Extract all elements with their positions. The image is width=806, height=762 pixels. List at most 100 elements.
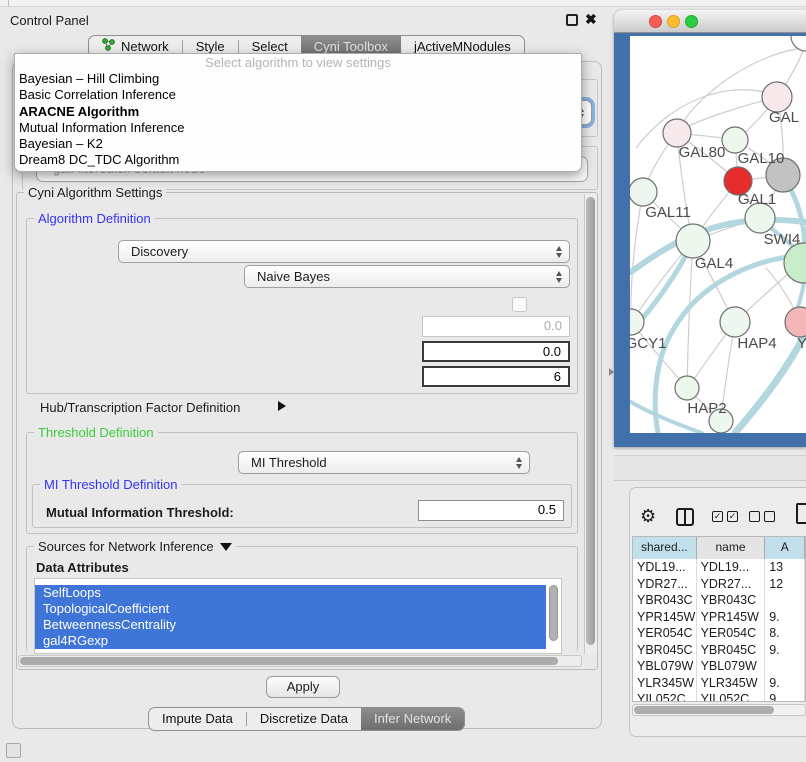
table-cell: YBR045C <box>697 642 766 659</box>
algorithm-option[interactable]: Bayesian – K2 <box>15 136 581 152</box>
table-row[interactable]: YBL079WYBL079W <box>633 658 805 675</box>
kernel-width-field[interactable]: 0.0 <box>422 316 570 337</box>
node-label-gal80: GAL80 <box>679 144 726 161</box>
settings-horizontal-scrollbar-thumb[interactable] <box>20 657 558 665</box>
columns-icon[interactable] <box>676 508 694 526</box>
settings-vertical-scrollbar-thumb[interactable] <box>586 197 595 645</box>
data-attribute-item[interactable]: TopologicalCoefficient <box>35 601 546 617</box>
network-window-titlebar[interactable] <box>614 10 806 33</box>
top-divider-tick <box>8 0 9 7</box>
node-label-gal11: GAL11 <box>645 204 691 221</box>
popup-placeholder: Select algorithm to view settings <box>15 54 581 71</box>
window-close-icon[interactable] <box>649 15 662 28</box>
table-cell: YLR345W <box>633 675 697 692</box>
tab-infer-network[interactable]: Infer Network <box>361 708 464 730</box>
network-node-gcy1[interactable] <box>630 309 644 335</box>
algorithm-definition-title: Algorithm Definition <box>34 211 155 226</box>
algorithm-option[interactable]: Dream8 DC_TDC Algorithm <box>15 152 581 168</box>
window-minimize-icon[interactable] <box>667 15 680 28</box>
gear-icon[interactable]: ⚙ <box>640 506 656 527</box>
table-cell: 9. <box>765 609 805 626</box>
tab-impute-data[interactable]: Impute Data <box>149 708 246 730</box>
manual-kernel-checkbox[interactable] <box>512 297 527 312</box>
table-row[interactable]: YER054CYER054C8. <box>633 625 805 642</box>
control-panel-titlebar <box>0 8 610 32</box>
mi-type-combobox[interactable]: Naive Bayes <box>244 265 570 288</box>
data-attributes-listbox[interactable]: SelfLoopsTopologicalCoefficientBetweenne… <box>34 578 562 654</box>
network-canvas[interactable]: GAL80 GAL10 GAL1 GAL11 SWI4 GAL4 GCY1 HA… <box>630 36 806 433</box>
combo-spinner-icon <box>556 271 562 283</box>
data-attribute-item[interactable]: SelfLoops <box>35 585 546 601</box>
unchecked-checkboxes-icon[interactable] <box>749 511 775 522</box>
table-cell: YDR27... <box>633 576 697 593</box>
tab-infer-network-label: Infer Network <box>374 708 451 730</box>
node-label-swi4: SWI4 <box>764 231 801 248</box>
close-panel-icon[interactable]: ✖ <box>585 11 597 28</box>
table-row[interactable]: YBR045CYBR045C9. <box>633 642 805 659</box>
list-scrollbar[interactable] <box>548 585 559 647</box>
dpi-tolerance-field[interactable]: 0.0 <box>422 341 570 362</box>
table-header-row: shared...nameA <box>633 537 805 559</box>
combo-spinner-icon <box>516 457 522 469</box>
network-node-gal-partial[interactable] <box>762 82 792 112</box>
table-row[interactable]: YBR043CYBR043C <box>633 592 805 609</box>
algorithm-option[interactable]: Basic Correlation Inference <box>15 87 581 103</box>
algorithm-dropdown-popup: Select algorithm to view settings Bayesi… <box>14 53 582 172</box>
page-icon[interactable] <box>796 503 806 524</box>
algorithm-option[interactable]: ARACNE Algorithm <box>15 104 581 120</box>
collapse-arrow-icon[interactable] <box>220 543 232 551</box>
network-node-gal11[interactable] <box>630 178 657 206</box>
list-scrollbar-thumb[interactable] <box>549 585 558 641</box>
table-cell: YDL19... <box>697 559 766 576</box>
network-node-gal80[interactable] <box>663 119 691 147</box>
which-threshold-combobox[interactable]: MI Threshold <box>238 451 530 474</box>
aracne-mode-combobox[interactable]: Discovery <box>118 240 570 263</box>
algorithm-option[interactable]: Bayesian – Hill Climbing <box>15 71 581 87</box>
network-node-large-green[interactable] <box>784 243 806 283</box>
column-header[interactable]: shared... <box>633 537 697 559</box>
column-header[interactable]: name <box>697 537 766 559</box>
table-cell: YER054C <box>633 625 697 642</box>
table-cell: YIL052C <box>633 691 697 702</box>
network-node-gal4[interactable] <box>676 224 710 258</box>
tab-discretize-data-label: Discretize Data <box>260 708 348 730</box>
table-cell <box>765 658 805 675</box>
algorithm-option[interactable]: Mutual Information Inference <box>15 120 581 136</box>
cyni-algorithm-settings-title: Cyni Algorithm Settings <box>24 185 166 200</box>
window-zoom-icon[interactable] <box>685 15 698 28</box>
network-node-unlabeled[interactable] <box>791 36 806 51</box>
table-cell: 12 <box>765 576 805 593</box>
table-row[interactable]: YPR145WYPR145W9. <box>633 609 805 626</box>
checked-checkboxes-icon[interactable]: ✓ ✓ <box>712 511 738 522</box>
mi-threshold-label: Mutual Information Threshold: <box>46 505 234 520</box>
which-threshold-value: MI Threshold <box>251 452 327 473</box>
network-node-hap2[interactable] <box>675 376 699 400</box>
data-attribute-item[interactable]: gal4RGexp <box>35 633 546 649</box>
table-cell: YDR27... <box>697 576 766 593</box>
data-attributes-items: SelfLoopsTopologicalCoefficientBetweenne… <box>35 585 561 649</box>
mi-threshold-field[interactable]: 0.5 <box>418 500 564 521</box>
table-cell: 13 <box>765 559 805 576</box>
data-attribute-item[interactable]: BetweennessCentrality <box>35 617 546 633</box>
network-node-pink[interactable] <box>785 307 806 337</box>
expand-arrow-icon[interactable] <box>278 401 286 411</box>
table-row[interactable]: YDR27...YDR27...12 <box>633 576 805 593</box>
node-label-y-partial: Y <box>797 335 806 352</box>
node-label-gcy1: GCY1 <box>630 335 666 352</box>
network-node-hap4[interactable] <box>720 307 750 337</box>
table-horizontal-scrollbar-thumb[interactable] <box>634 706 774 714</box>
table-cell: YPR145W <box>697 609 766 626</box>
column-header[interactable]: A <box>765 537 805 559</box>
float-panel-icon[interactable] <box>566 14 578 26</box>
mi-steps-field[interactable]: 6 <box>422 366 570 387</box>
tab-discretize-data[interactable]: Discretize Data <box>247 708 361 730</box>
aracne-mode-value: Discovery <box>131 241 188 262</box>
table-row[interactable]: YIL052CYIL052C9 <box>633 691 805 702</box>
table-row[interactable]: YLR345WYLR345W9. <box>633 675 805 692</box>
mi-type-value: Naive Bayes <box>257 266 330 287</box>
table-cell: YBL079W <box>633 658 697 675</box>
dock-panel-icon[interactable] <box>6 743 21 758</box>
node-table: shared...nameA YDL19...YDL19...13YDR27..… <box>632 536 806 702</box>
table-row[interactable]: YDL19...YDL19...13 <box>633 559 805 576</box>
apply-button[interactable]: Apply <box>266 676 340 698</box>
